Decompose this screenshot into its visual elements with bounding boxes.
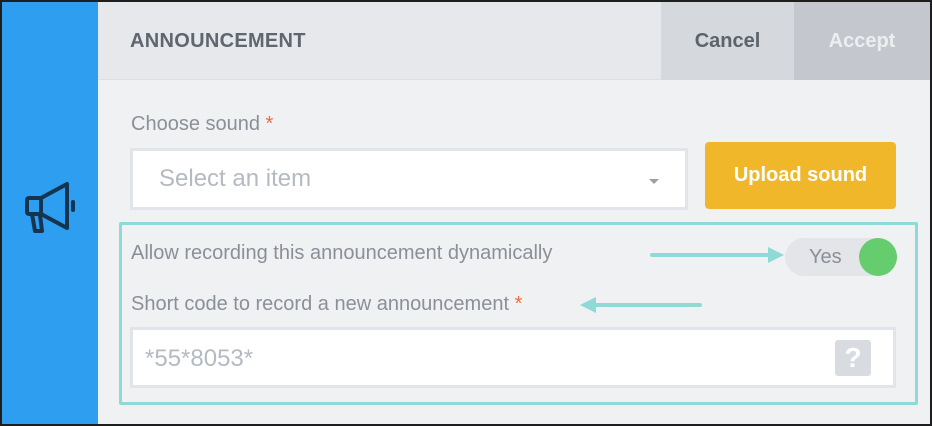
dialog-title: ANNOUNCEMENT <box>130 30 306 52</box>
dynamic-recording-label: Allow recording this announcement dynami… <box>131 242 553 264</box>
short-code-input[interactable]: *55*8053* ? <box>130 327 896 388</box>
sound-select-placeholder: Select an item <box>159 165 312 192</box>
side-rail <box>2 2 98 424</box>
choose-sound-label-text: Choose sound <box>131 113 260 135</box>
annotation-arrow-right <box>650 247 784 263</box>
chevron-down-icon <box>649 179 659 184</box>
dialog-header: ANNOUNCEMENT Cancel Accept <box>98 2 930 80</box>
short-code-label: Short code to record a new announcement … <box>131 293 522 316</box>
short-code-value: *55*8053* <box>145 345 254 372</box>
short-code-label-text: Short code to record a new announcement <box>131 293 510 315</box>
accept-button[interactable]: Accept <box>794 2 930 80</box>
choose-sound-label: Choose sound * <box>131 113 273 136</box>
sound-select[interactable]: Select an item <box>130 148 688 210</box>
question-icon[interactable]: ? <box>835 340 871 376</box>
required-mark: * <box>265 113 274 135</box>
toggle-label: Yes <box>809 246 842 268</box>
megaphone-icon <box>25 182 75 233</box>
cancel-button[interactable]: Cancel <box>661 2 794 80</box>
annotation-arrow-left <box>580 297 702 313</box>
upload-sound-button[interactable]: Upload sound <box>705 142 896 209</box>
required-mark: * <box>514 293 523 315</box>
toggle-knob <box>859 238 897 276</box>
dynamic-recording-toggle[interactable]: Yes <box>785 238 897 276</box>
